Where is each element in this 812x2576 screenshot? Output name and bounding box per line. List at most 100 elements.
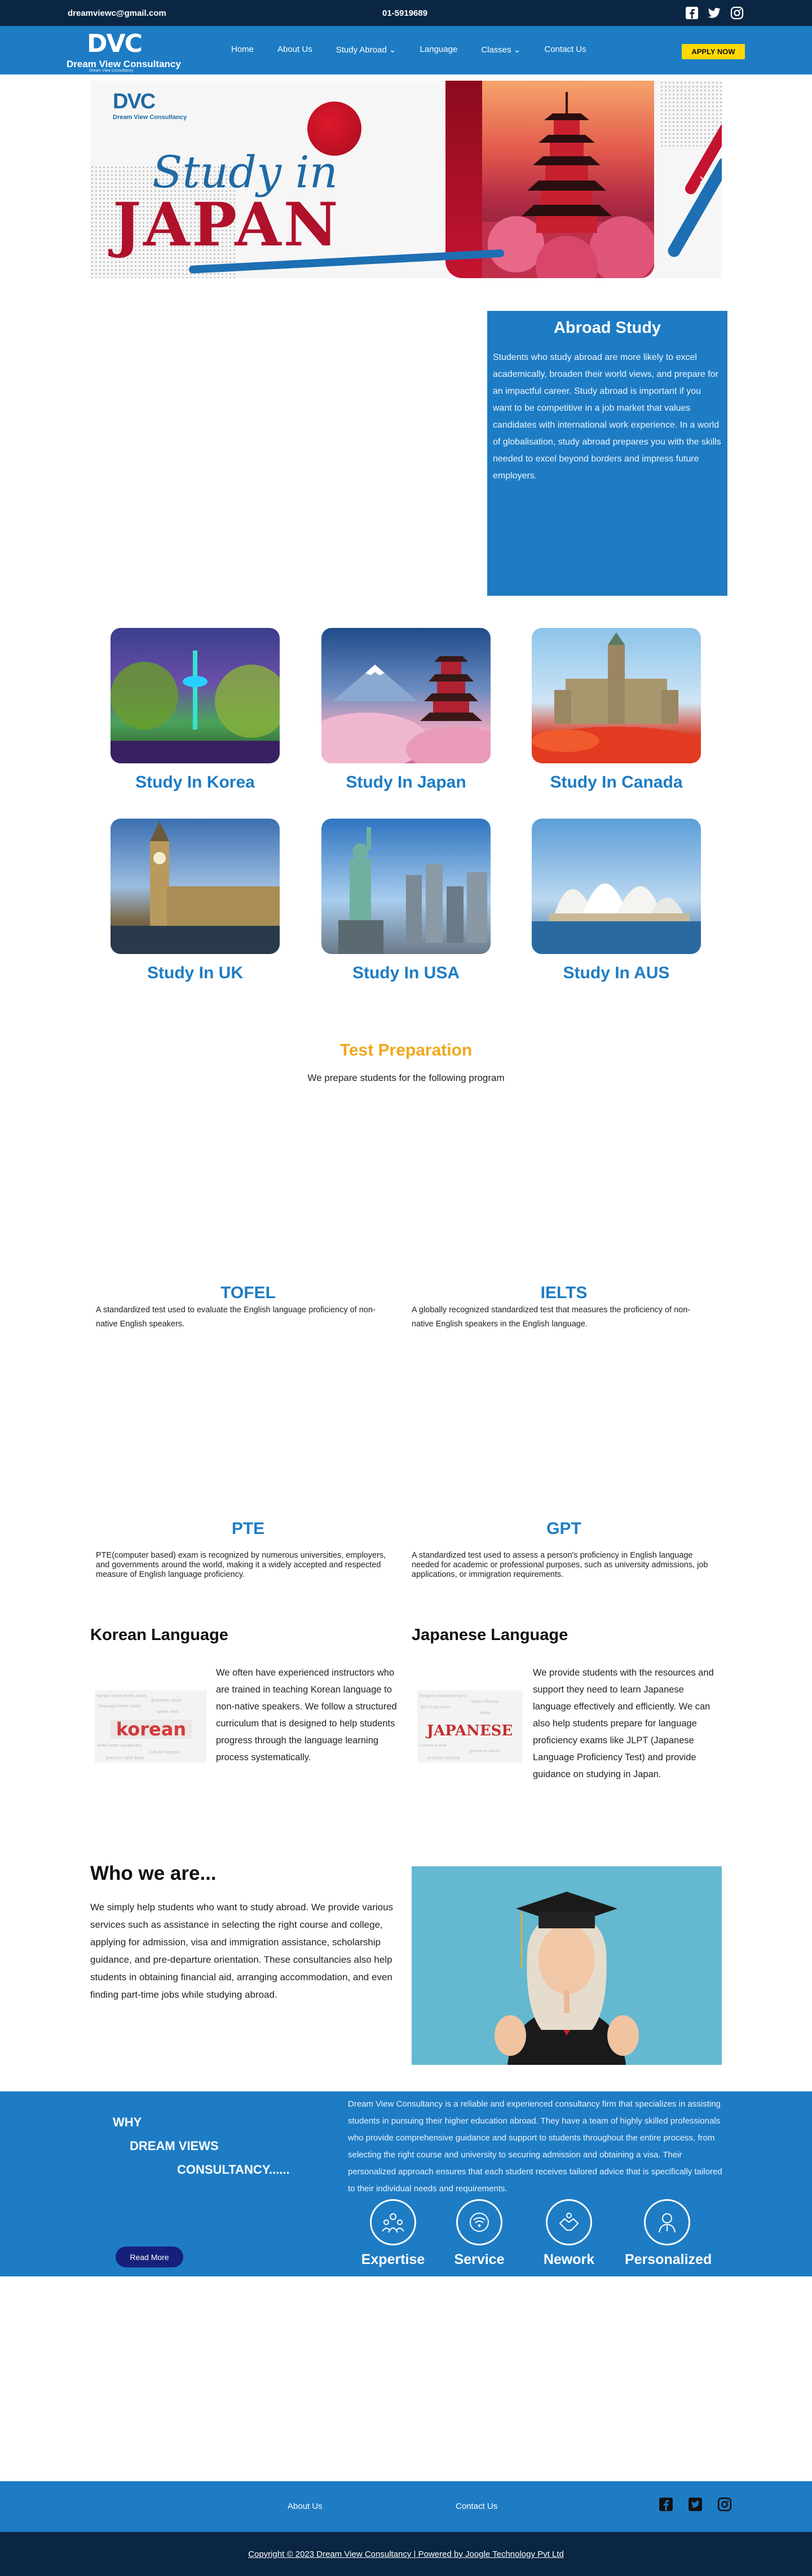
korean-language-text: We often have experienced instructors wh… bbox=[216, 1668, 397, 1762]
svg-text:grammar words: grammar words bbox=[469, 1749, 501, 1753]
abroad-study-text: Students who study abroad are more likel… bbox=[493, 353, 721, 481]
big-ben-image bbox=[111, 821, 280, 954]
study-usa-image[interactable] bbox=[321, 819, 491, 954]
facebook-icon[interactable] bbox=[685, 6, 699, 20]
exam-title-pte: PTE bbox=[231, 1519, 265, 1538]
japanese-word: JAPANESE bbox=[426, 1722, 513, 1739]
sydney-opera-house-image bbox=[532, 883, 701, 954]
study-canada-image[interactable] bbox=[532, 628, 701, 763]
graduate-photo bbox=[412, 1866, 722, 2065]
person-icon bbox=[644, 2199, 690, 2245]
feature-label: Expertise bbox=[361, 2252, 425, 2267]
exam-desc-pte: PTE(computer based) exam is recognized b… bbox=[96, 1551, 386, 1579]
svg-text:speak: speak bbox=[479, 1711, 492, 1715]
main-navigation: DVC Dream View Consultancy Dream View Co… bbox=[0, 26, 812, 74]
why-heading-line-1: WHY bbox=[113, 2115, 142, 2129]
nav-item-classes[interactable]: Classes ⌄ bbox=[481, 45, 520, 55]
svg-text:write listen vocabulary: write listen vocabulary bbox=[97, 1743, 142, 1748]
nav-item-language[interactable]: Language bbox=[420, 45, 458, 55]
hero-banner: DVC Dream View Consultancy Study in JAPA… bbox=[90, 81, 722, 278]
nav-item-home[interactable]: Home bbox=[231, 45, 254, 55]
instagram-icon[interactable] bbox=[717, 2497, 732, 2512]
seoul-tower-image bbox=[111, 650, 280, 763]
top-social-links bbox=[685, 6, 744, 20]
top-bar: dreamviewc@gmail.com 01-5919689 bbox=[0, 0, 812, 26]
page: dreamviewc@gmail.com 01-5919689 DVC Drea… bbox=[0, 0, 812, 2576]
svg-text:hangul learn words study: hangul learn words study bbox=[97, 1694, 147, 1698]
study-uk-label[interactable]: Study In UK bbox=[111, 964, 280, 983]
study-canada-label[interactable]: Study In Canada bbox=[532, 773, 701, 792]
feature-expertise: Expertise bbox=[351, 2199, 435, 2268]
footer: About Us Contact Us bbox=[0, 2481, 812, 2532]
feature-personalized: Personalized bbox=[625, 2199, 712, 2268]
exam-desc-gpt: A standardized test used to assess a per… bbox=[412, 1551, 708, 1579]
logo-name: Dream View Consultancy bbox=[67, 59, 181, 69]
footer-social-links bbox=[659, 2497, 732, 2512]
parliament-image bbox=[532, 632, 701, 763]
nav-item-about-us[interactable]: About Us bbox=[277, 45, 312, 55]
japanese-word-cloud-image: hiragana katakana kanji tokyo nihongo jlp… bbox=[417, 1690, 522, 1762]
banner-logo-name: Dream View Consultancy bbox=[113, 114, 187, 121]
contact-phone[interactable]: 01-5919689 bbox=[382, 8, 427, 18]
exam-title-tofel: TOFEL bbox=[220, 1283, 276, 1302]
chevron-down-icon: ⌄ bbox=[513, 45, 521, 55]
network-icon bbox=[546, 2199, 592, 2245]
chevron-down-icon: ⌄ bbox=[389, 45, 396, 55]
feature-label: Service bbox=[454, 2252, 505, 2267]
twitter-icon[interactable] bbox=[688, 2497, 703, 2512]
footer-link-contact[interactable]: Contact Us bbox=[456, 2502, 497, 2511]
study-japan-image[interactable] bbox=[321, 628, 491, 763]
nav-item-contact-us[interactable]: Contact Us bbox=[544, 45, 586, 55]
exam-title-ielts: IELTS bbox=[540, 1283, 588, 1302]
nav-menu: Home About Us Study Abroad ⌄ Language Cl… bbox=[231, 45, 610, 55]
logo-mark: DVC bbox=[87, 29, 143, 58]
logo-tagline: Dream View Consultancy bbox=[89, 69, 134, 73]
korean-word: korean bbox=[116, 1718, 186, 1740]
study-korea-image[interactable] bbox=[111, 628, 280, 763]
study-aus-label[interactable]: Study In AUS bbox=[532, 964, 701, 983]
copyright-link[interactable]: Copyright © 2023 Dream View Consultancy … bbox=[248, 2549, 564, 2559]
copyright-text: Copyright © 2023 Dream View Consultancy … bbox=[0, 2549, 812, 2559]
study-japan-label[interactable]: Study In Japan bbox=[321, 773, 491, 792]
study-aus-image[interactable] bbox=[532, 819, 701, 954]
svg-text:tokyo nihongo: tokyo nihongo bbox=[471, 1699, 500, 1704]
pagoda-photo bbox=[482, 81, 654, 278]
copyright-bar: Copyright © 2023 Dream View Consultancy … bbox=[0, 2532, 812, 2576]
word-cloud-graphic: hangul learn words study grammar seoul la… bbox=[97, 1694, 192, 1760]
feature-label: Nework bbox=[543, 2252, 595, 2267]
exam-desc-ielts: A globally recognized standardized test … bbox=[412, 1305, 691, 1329]
nav-item-study-abroad[interactable]: Study Abroad ⌄ bbox=[336, 45, 396, 55]
banner-logo-mark: DVC bbox=[113, 90, 156, 113]
svg-text:jlpt study learn: jlpt study learn bbox=[420, 1705, 451, 1709]
why-section: WHY DREAM VIEWS CONSULTANCY...... Dream … bbox=[0, 2091, 812, 2276]
who-we-are-text: We simply help students who want to stud… bbox=[90, 1902, 394, 2000]
read-more-button[interactable]: Read More bbox=[116, 2247, 183, 2267]
instagram-icon[interactable] bbox=[730, 6, 744, 20]
apply-now-button[interactable]: APPLY NOW bbox=[682, 44, 745, 59]
test-prep-title: Test Preparation bbox=[339, 1041, 473, 1060]
who-we-are-title: Who we are... bbox=[90, 1862, 217, 1884]
graduate-image bbox=[412, 1866, 722, 2065]
japanese-language-title: Japanese Language bbox=[412, 1626, 568, 1644]
korean-language-title: Korean Language bbox=[90, 1626, 228, 1644]
footer-link-about[interactable]: About Us bbox=[288, 2502, 323, 2511]
feature-service: Service bbox=[437, 2199, 522, 2268]
contact-email[interactable]: dreamviewc@gmail.com bbox=[68, 8, 166, 18]
svg-text:grammar seoul: grammar seoul bbox=[151, 1698, 181, 1703]
statue-of-liberty-image bbox=[338, 827, 487, 954]
svg-text:language korea hanja: language korea hanja bbox=[98, 1704, 141, 1708]
nav-label: Study Abroad bbox=[336, 45, 387, 55]
why-heading-line-2: DREAM VIEWS bbox=[130, 2139, 219, 2153]
site-logo[interactable]: DVC Dream View Consultancy Dream View Co… bbox=[67, 29, 196, 73]
red-band-graphic bbox=[445, 81, 485, 278]
study-uk-image[interactable] bbox=[111, 819, 280, 954]
twitter-icon[interactable] bbox=[707, 6, 722, 20]
svg-text:practice topik kpop: practice topik kpop bbox=[106, 1756, 144, 1760]
svg-text:speak read: speak read bbox=[157, 1709, 179, 1714]
facebook-icon[interactable] bbox=[659, 2497, 673, 2512]
study-usa-label[interactable]: Study In USA bbox=[321, 964, 491, 983]
study-korea-label[interactable]: Study In Korea bbox=[111, 773, 280, 792]
fuji-pagoda-image bbox=[321, 656, 491, 763]
slider-next-arrow[interactable]: › bbox=[699, 170, 704, 188]
svg-text:culture hangeul: culture hangeul bbox=[149, 1750, 180, 1755]
